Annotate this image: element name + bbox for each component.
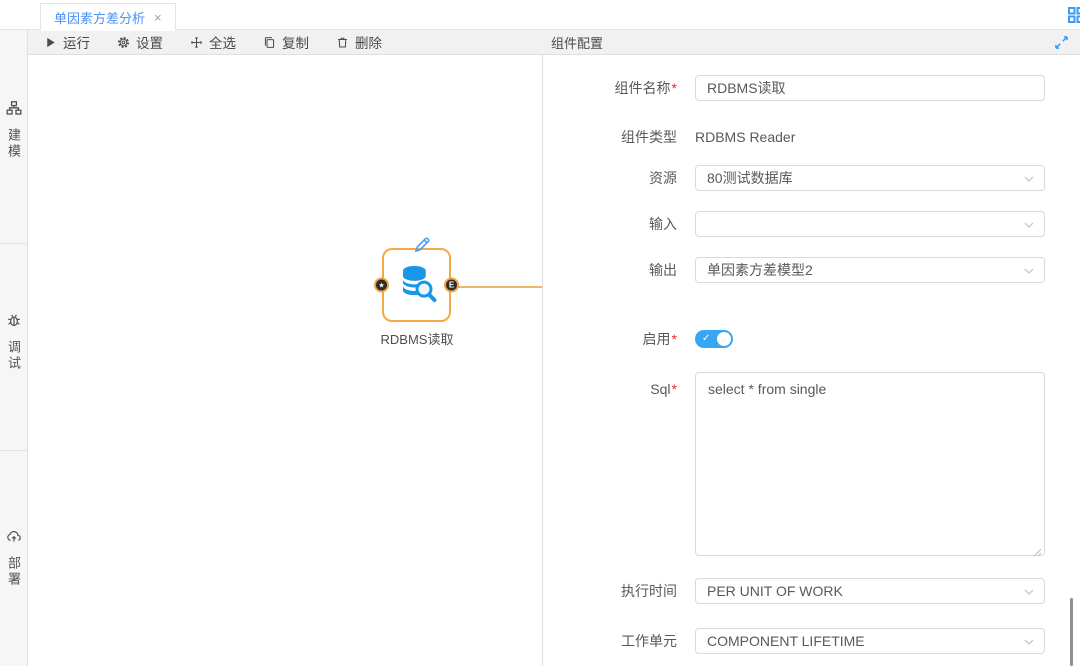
delete-label: 删除 [355, 32, 382, 52]
config-panel-header: 组件配置 [543, 30, 1080, 55]
chevron-down-icon [1023, 585, 1035, 597]
field-row-exec-time: 执行时间 PER UNIT OF WORK [543, 578, 1080, 604]
work-unit-value: COMPONENT LIFETIME [707, 633, 865, 649]
field-row-input: 输入 [543, 211, 1080, 237]
canvas-toolbar: 运行 设置 全选 [28, 30, 543, 55]
sidebar-divider [0, 243, 27, 244]
field-row-component-type: 组件类型 RDBMS Reader [543, 127, 1080, 147]
delete-button[interactable]: 删除 [336, 32, 382, 52]
expand-panel-icon[interactable] [1055, 36, 1068, 49]
copy-label: 复制 [282, 32, 309, 52]
sidebar-label-deploy: 部署 [4, 556, 23, 588]
field-label: 资源 [543, 165, 695, 191]
sidebar-item-debug[interactable]: 调试 [0, 312, 27, 372]
field-label: Sql* [543, 372, 695, 398]
config-form: 组件名称* 组件类型 RDBMS Reader 资源 80测试数据库 [543, 55, 1080, 666]
field-row-work-unit: 工作单元 COMPONENT LIFETIME [543, 628, 1080, 654]
field-row-output: 输出 单因素方差模型2 [543, 257, 1080, 283]
enabled-toggle[interactable]: ✓ [695, 330, 733, 348]
component-name-input[interactable] [695, 75, 1045, 101]
panel-title: 组件配置 [551, 33, 603, 52]
exec-time-select[interactable]: PER UNIT OF WORK [695, 578, 1045, 604]
required-mark: * [672, 331, 677, 347]
field-label: 输入 [543, 211, 695, 237]
check-icon: ✓ [702, 332, 710, 346]
copy-button[interactable]: 复制 [263, 32, 309, 52]
settings-button[interactable]: 设置 [117, 32, 163, 52]
settings-label: 设置 [136, 32, 163, 52]
toggle-knob [717, 332, 731, 346]
tab-anova-analysis[interactable]: 单因素方差分析 × [40, 3, 176, 31]
cloud-upload-icon [6, 528, 22, 549]
node-rdbms-reader[interactable]: ★ E [382, 248, 451, 322]
run-button[interactable]: 运行 [44, 32, 90, 52]
node-label: RDBMS读取 [357, 329, 477, 348]
chevron-down-icon [1023, 264, 1035, 276]
play-icon [44, 36, 57, 49]
field-label: 工作单元 [543, 628, 695, 654]
app-window: 单因素方差分析 × 建模 [0, 0, 1080, 666]
sidebar-divider [0, 450, 27, 451]
hierarchy-icon [6, 100, 22, 121]
field-label: 执行时间 [543, 578, 695, 604]
output-select[interactable]: 单因素方差模型2 [695, 257, 1045, 283]
field-label: 组件类型 [543, 127, 695, 147]
input-select[interactable] [695, 211, 1045, 237]
component-type-value: RDBMS Reader [695, 127, 1045, 147]
chevron-down-icon [1023, 218, 1035, 230]
field-row-sql: Sql* select * from single [543, 372, 1080, 556]
work-unit-select[interactable]: COMPONENT LIFETIME [695, 628, 1045, 654]
chevron-down-icon [1023, 635, 1035, 647]
tab-close-icon[interactable]: × [154, 11, 162, 24]
field-label: 组件名称* [543, 75, 695, 101]
resource-value: 80测试数据库 [707, 168, 793, 188]
panel-scrollbar[interactable] [1070, 598, 1073, 666]
tab-title: 单因素方差分析 [54, 8, 145, 27]
pipeline-canvas[interactable]: ★ E RDBMS读取 [28, 55, 543, 666]
field-label: 输出 [543, 257, 695, 283]
exec-time-value: PER UNIT OF WORK [707, 583, 843, 599]
output-port[interactable]: E [444, 278, 459, 293]
field-row-enabled: 启用* ✓ [543, 330, 1080, 348]
select-all-button[interactable]: 全选 [190, 32, 236, 52]
database-search-icon [396, 262, 438, 309]
resource-select[interactable]: 80测试数据库 [695, 165, 1045, 191]
field-row-component-name: 组件名称* [543, 75, 1080, 101]
tab-bar: 单因素方差分析 × [0, 0, 1080, 30]
field-label: 启用* [543, 330, 695, 348]
sidebar-item-modeling[interactable]: 建模 [0, 100, 27, 160]
main-area: 建模 调试 部署 [0, 30, 1080, 666]
sidebar-item-deploy[interactable]: 部署 [0, 528, 27, 588]
config-panel: 组件配置 组件名称* 组件类型 RDBMS Reader 资源 [543, 30, 1080, 666]
run-label: 运行 [63, 32, 90, 52]
sidebar-label-modeling: 建模 [4, 128, 23, 160]
required-mark: * [672, 80, 677, 96]
connection-edge[interactable] [448, 286, 542, 288]
select-all-icon [190, 36, 203, 49]
edit-pencil-icon[interactable] [412, 235, 432, 255]
chevron-down-icon [1023, 172, 1035, 184]
sidebar-label-debug: 调试 [4, 340, 23, 372]
copy-icon [263, 36, 276, 49]
select-all-label: 全选 [209, 32, 236, 52]
trash-icon [336, 36, 349, 49]
field-row-resource: 资源 80测试数据库 [543, 165, 1080, 191]
required-mark: * [672, 381, 677, 397]
input-port[interactable]: ★ [374, 278, 389, 293]
gear-icon [117, 36, 130, 49]
output-value: 单因素方差模型2 [707, 260, 813, 280]
left-rail: 建模 调试 部署 [0, 30, 28, 666]
center-column: 运行 设置 全选 [28, 30, 543, 666]
sql-textarea[interactable]: select * from single [695, 372, 1045, 556]
apps-grid-icon[interactable] [1067, 6, 1080, 24]
bug-icon [6, 312, 22, 333]
